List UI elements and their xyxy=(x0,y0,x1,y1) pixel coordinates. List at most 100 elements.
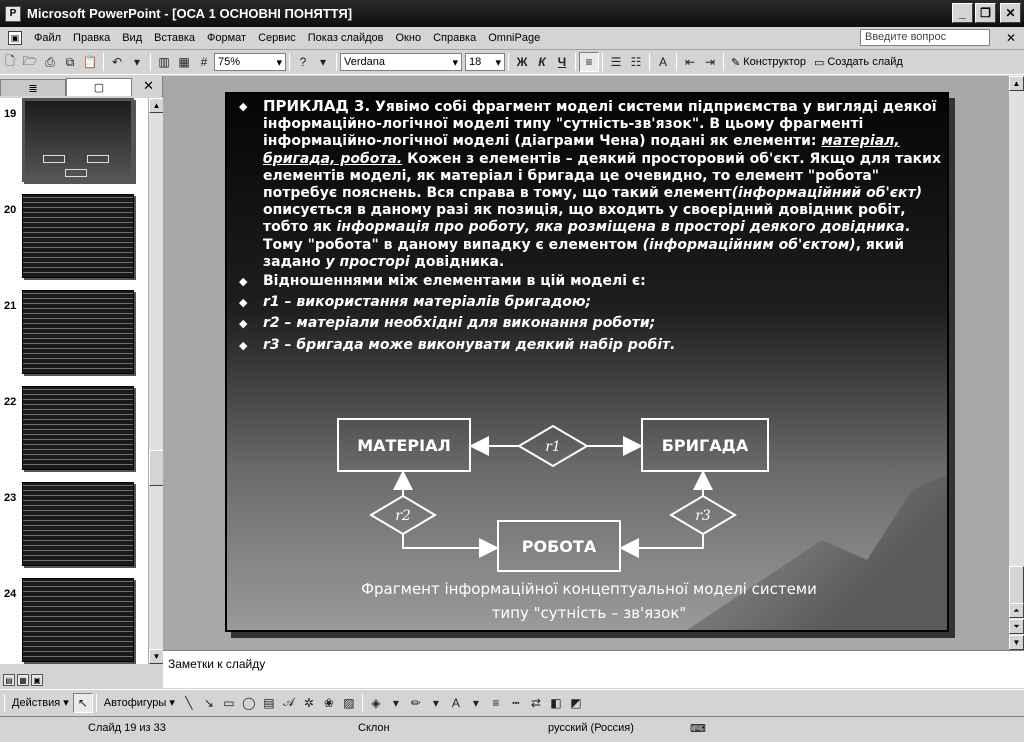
scroll-up-icon[interactable]: ▲ xyxy=(149,98,164,113)
scroll-up-icon[interactable]: ▲ xyxy=(1009,76,1024,91)
next-slide-icon[interactable]: ⏷ xyxy=(1009,619,1024,634)
entity-work-box[interactable]: РОБОТА xyxy=(497,520,621,572)
menu-omnipage[interactable]: OmniPage xyxy=(482,32,546,44)
scroll-thumb[interactable] xyxy=(149,450,164,486)
menu-window[interactable]: Окно xyxy=(390,32,428,44)
insert-table-icon[interactable]: ▦ xyxy=(174,52,194,72)
thumbnail-image xyxy=(22,98,134,182)
line-style-icon[interactable]: ≡ xyxy=(486,693,506,713)
select-pointer-icon[interactable]: ↖ xyxy=(72,692,93,713)
arrow-style-icon[interactable]: ⇄ xyxy=(526,693,546,713)
slide-thumbnail-20[interactable]: 20 xyxy=(0,194,148,284)
new-slide-button[interactable]: ▭ Создать слайд xyxy=(810,56,907,69)
wordart-tool-icon[interactable]: 𝒜 xyxy=(279,693,299,713)
decrease-indent-icon[interactable]: ⇤ xyxy=(680,52,700,72)
paste-icon[interactable]: 📋 xyxy=(80,52,100,72)
arrow-tool-icon[interactable]: ↘ xyxy=(199,693,219,713)
diagram-tool-icon[interactable]: ✲ xyxy=(299,693,319,713)
autoshapes-menu[interactable]: Автофигуры ▾ xyxy=(100,696,179,710)
dropdown-arrow-icon[interactable]: ▾ xyxy=(127,52,147,72)
minimize-button[interactable]: _ xyxy=(952,3,973,23)
previous-slide-icon[interactable]: ⏶ xyxy=(1009,603,1024,618)
grid-icon[interactable]: # xyxy=(194,52,214,72)
slideshow-icon[interactable]: ▣ xyxy=(31,674,43,686)
menu-view[interactable]: Вид xyxy=(116,32,148,44)
notes-input[interactable]: Заметки к слайду xyxy=(163,650,1024,688)
slide-thumbnail-19[interactable]: 19 xyxy=(0,98,148,188)
italic-button[interactable]: К xyxy=(532,52,552,72)
insert-chart-icon[interactable]: ▥ xyxy=(154,52,174,72)
thumbnails-scrollbar[interactable]: ▲ ▼ xyxy=(148,98,164,664)
line-color-icon[interactable]: ✏ xyxy=(406,693,426,713)
slides-pane: ≣ ▢ ✕ 19 20 21 22 23 24 ▲ ▼ xyxy=(0,76,164,664)
menu-format[interactable]: Формат xyxy=(201,32,252,44)
zoom-select[interactable]: 75% ▾ xyxy=(214,53,286,71)
slide-scrollbar[interactable]: ▲ ⏶ ⏷ ▼ xyxy=(1009,76,1024,650)
3d-icon[interactable]: ◩ xyxy=(566,693,586,713)
shadow-icon[interactable]: ◧ xyxy=(546,693,566,713)
entity-brigade-box[interactable]: БРИГАДА xyxy=(641,418,769,472)
oval-tool-icon[interactable]: ◯ xyxy=(239,693,259,713)
powerpoint-app-icon[interactable]: P xyxy=(5,5,21,22)
normal-view-icon[interactable]: ▤ xyxy=(3,674,15,686)
dropdown-arrow-icon[interactable]: ▾ xyxy=(466,693,486,713)
fill-color-icon[interactable]: ◈ xyxy=(366,693,386,713)
copy-icon[interactable]: ⧉ xyxy=(60,52,80,72)
document-icon[interactable]: ▣ xyxy=(8,31,22,45)
slide-sorter-icon[interactable]: ▦ xyxy=(17,674,29,686)
thumbnail-number: 23 xyxy=(4,492,17,504)
font-size-select[interactable]: 18 ▾ xyxy=(465,53,505,71)
scroll-down-icon[interactable]: ▼ xyxy=(149,649,164,664)
pane-close-icon[interactable]: ✕ xyxy=(143,78,154,94)
help-icon[interactable]: ? xyxy=(293,52,313,72)
menu-slideshow[interactable]: Показ слайдов xyxy=(302,32,390,44)
dropdown-arrow-icon[interactable]: ▾ xyxy=(426,693,446,713)
slide-thumbnail-24[interactable]: 24 xyxy=(0,578,148,664)
picture-tool-icon[interactable]: ▨ xyxy=(339,693,359,713)
scroll-thumb[interactable] xyxy=(1009,566,1024,606)
rectangle-tool-icon[interactable]: ▭ xyxy=(219,693,239,713)
dash-style-icon[interactable]: ┅ xyxy=(506,693,526,713)
scroll-down-icon[interactable]: ▼ xyxy=(1009,635,1024,650)
menu-file[interactable]: Файл xyxy=(28,32,67,44)
underline-button[interactable]: Ч xyxy=(552,52,572,72)
dropdown-arrow-icon[interactable]: ▾ xyxy=(313,52,333,72)
bulleted-list-icon[interactable]: ☷ xyxy=(626,52,646,72)
document-close-icon[interactable]: ✕ xyxy=(1006,31,1016,45)
close-button[interactable]: ✕ xyxy=(1000,3,1021,23)
bold-button[interactable]: Ж xyxy=(512,52,532,72)
slide-thumbnail-23[interactable]: 23 xyxy=(0,482,148,572)
dropdown-arrow-icon[interactable]: ▾ xyxy=(386,693,406,713)
menu-tools[interactable]: Сервис xyxy=(252,32,302,44)
print-icon[interactable]: ⎙ xyxy=(40,52,60,72)
ask-question-input[interactable]: Введите вопрос xyxy=(860,29,990,46)
slide-thumbnail-22[interactable]: 22 xyxy=(0,386,148,476)
thumbnail-image xyxy=(22,482,134,566)
line-tool-icon[interactable]: ╲ xyxy=(179,693,199,713)
maximize-button[interactable]: ❐ xyxy=(975,3,996,23)
spellcheck-icon[interactable]: ⌨ xyxy=(690,722,706,735)
tab-slides[interactable]: ▢ xyxy=(66,78,132,96)
align-left-icon[interactable]: ≡ xyxy=(579,52,599,72)
increase-font-icon[interactable]: A xyxy=(653,52,673,72)
open-folder-icon[interactable]: 🗁 xyxy=(20,52,40,72)
entity-material-box[interactable]: МАТЕРІАЛ xyxy=(337,418,471,472)
menu-insert[interactable]: Вставка xyxy=(148,32,201,44)
slide-canvas[interactable]: ◆ ПРИКЛАД 3. Уявімо собі фрагмент моделі… xyxy=(225,92,949,632)
undo-icon[interactable]: ↶ xyxy=(107,52,127,72)
draw-actions-menu[interactable]: Действия ▾ xyxy=(8,696,73,710)
menu-help[interactable]: Справка xyxy=(427,32,482,44)
toolbar-separator xyxy=(150,53,151,71)
slide-thumbnail-21[interactable]: 21 xyxy=(0,290,148,380)
tab-outline[interactable]: ≣ xyxy=(0,79,66,96)
menu-edit[interactable]: Правка xyxy=(67,32,116,44)
clipart-tool-icon[interactable]: ❀ xyxy=(319,693,339,713)
font-select[interactable]: Verdana ▾ xyxy=(340,53,462,71)
font-color-icon[interactable]: A xyxy=(446,693,466,713)
diagram-caption-line2: типу "сутність – зв'язок" xyxy=(491,604,687,622)
new-document-icon[interactable]: 🗋 xyxy=(0,52,20,72)
textbox-tool-icon[interactable]: ▤ xyxy=(259,693,279,713)
increase-indent-icon[interactable]: ⇥ xyxy=(700,52,720,72)
numbered-list-icon[interactable]: ☰ xyxy=(606,52,626,72)
designer-button[interactable]: ✎ Конструктор xyxy=(727,56,810,69)
